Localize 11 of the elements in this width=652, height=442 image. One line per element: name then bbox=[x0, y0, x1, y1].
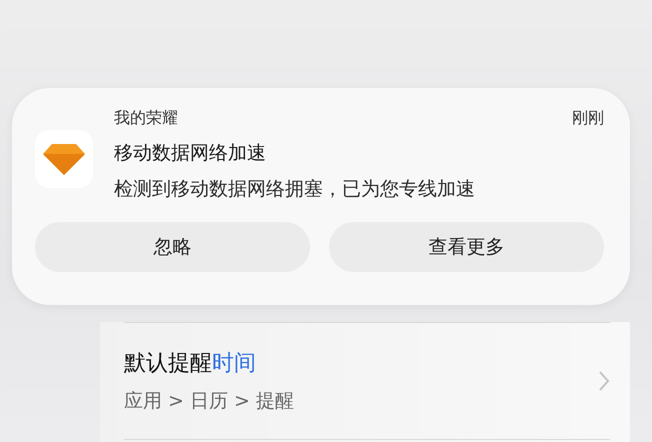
app-logo-icon bbox=[35, 130, 93, 188]
notification-title: 移动数据网络加速 bbox=[114, 141, 267, 166]
setting-title: 默认提醒时间 bbox=[124, 350, 257, 378]
notification-time: 刚刚 bbox=[572, 107, 604, 129]
chevron-right-icon bbox=[598, 370, 610, 392]
notification-body: 检测到移动数据网络拥塞，已为您专线加速 bbox=[114, 177, 476, 202]
app-name: 我的荣耀 bbox=[114, 107, 178, 129]
notification-action-button[interactable]: 查看更多 bbox=[329, 222, 604, 272]
notification-card[interactable]: 我的荣耀 刚刚 移动数据网络加速 检测到移动数据网络拥塞，已为您专线加速 忽略 查看更多 bbox=[12, 88, 630, 305]
setting-path: 应用 > 日历 > 提醒 bbox=[124, 389, 295, 414]
notification-action-button[interactable]: 忽略 bbox=[35, 222, 310, 272]
